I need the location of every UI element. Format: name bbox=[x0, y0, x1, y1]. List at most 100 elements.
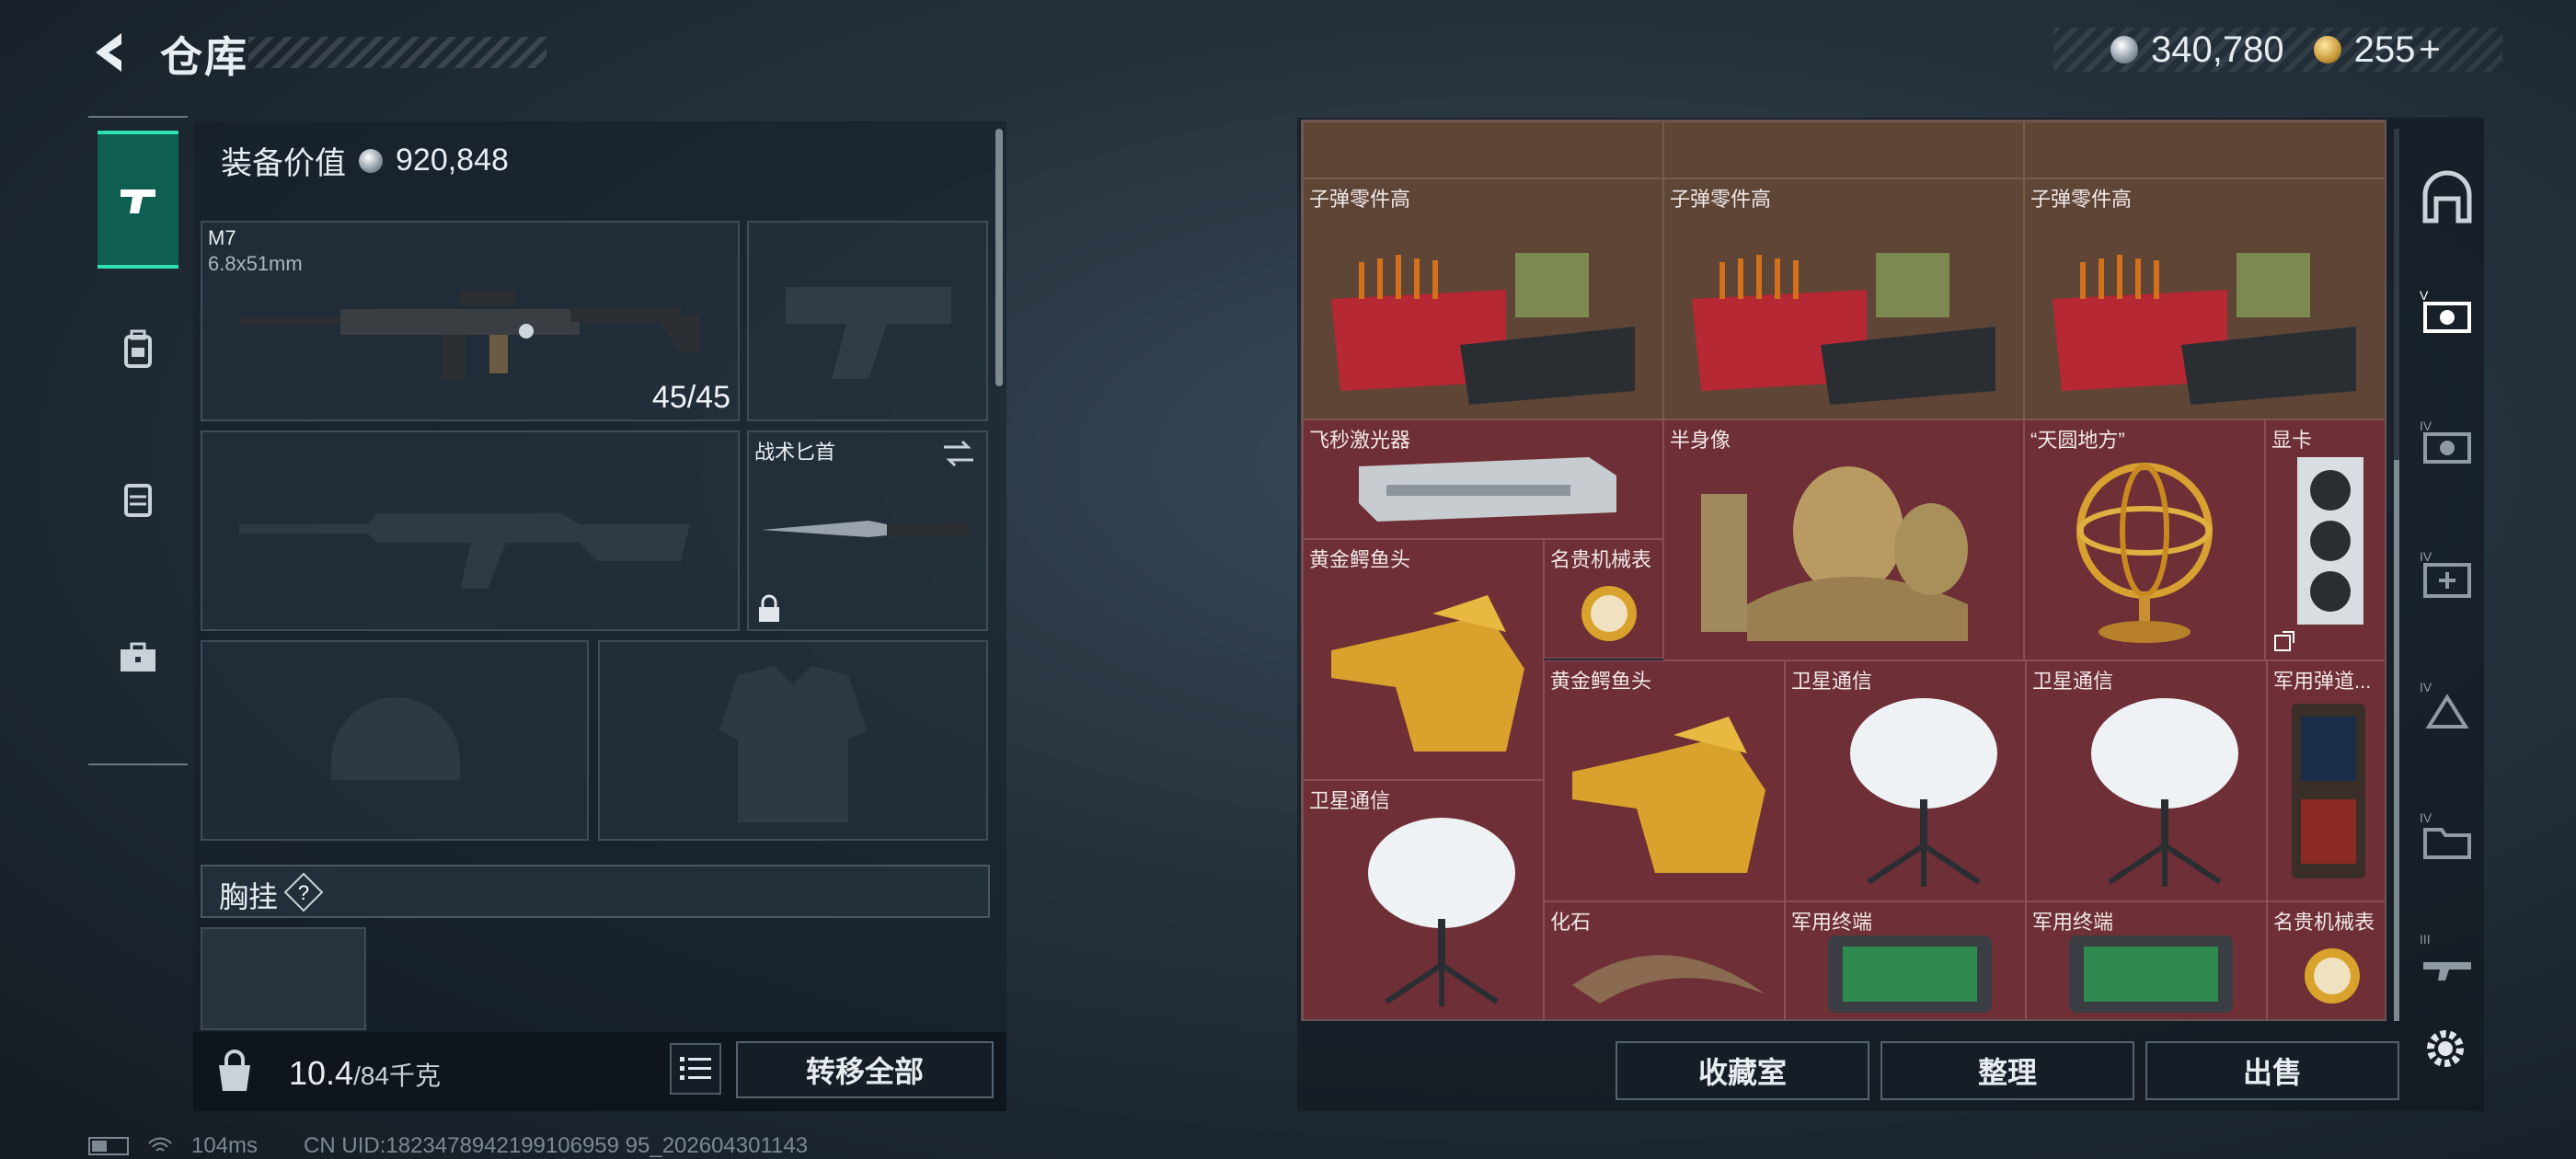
item-label: 名贵机械表 bbox=[1550, 548, 1652, 571]
item-label: 名贵机械表 bbox=[2273, 911, 2375, 934]
title-decoration bbox=[248, 37, 546, 68]
organize-button[interactable]: 整理 bbox=[1880, 1041, 2134, 1100]
item-label: 军用弹道... bbox=[2273, 670, 2372, 693]
wifi-icon bbox=[148, 1137, 172, 1152]
stash-item[interactable]: 子弹零件高 bbox=[1663, 178, 2024, 419]
pistol-placeholder-icon bbox=[786, 287, 951, 379]
helmet-slot[interactable] bbox=[201, 640, 589, 841]
back-arrow-icon[interactable] bbox=[85, 28, 134, 77]
golden-crocodile-head-image bbox=[1572, 717, 1765, 873]
stash-item[interactable]: 军用终端 bbox=[2026, 901, 2267, 1019]
sell-button[interactable]: 出售 bbox=[2145, 1041, 2399, 1100]
luxury-watch-image bbox=[2305, 948, 2360, 1004]
stash-item[interactable]: 化石 bbox=[1544, 901, 1785, 1019]
satellite-dish-image bbox=[1850, 698, 1997, 887]
stash-item[interactable]: 显卡 bbox=[2265, 419, 2385, 660]
stash-item-partial[interactable] bbox=[1663, 121, 2024, 178]
stash-scroll-thumb[interactable] bbox=[2394, 460, 2399, 1021]
equipment-category-rail bbox=[88, 116, 188, 765]
sidearm-slot[interactable] bbox=[747, 221, 988, 421]
tab-vest[interactable] bbox=[98, 430, 178, 568]
item-label: 黄金鳄鱼头 bbox=[1309, 548, 1411, 571]
home-icon bbox=[2422, 170, 2472, 224]
equipment-value: 装备价值 920,848 bbox=[221, 138, 509, 183]
laser-device-image bbox=[1359, 457, 1616, 522]
stash-item[interactable]: 卫星通信 bbox=[2026, 660, 2267, 901]
item-label: 显卡 bbox=[2271, 429, 2313, 452]
transfer-all-button[interactable]: 转移全部 bbox=[736, 1041, 994, 1098]
chest-rig-slot[interactable] bbox=[201, 927, 366, 1030]
iv-ammo-icon: IV bbox=[2420, 680, 2469, 729]
stash-item[interactable]: 飞秒激光器 bbox=[1303, 419, 1663, 539]
silver-coin-icon bbox=[2110, 36, 2138, 63]
toolbox-icon bbox=[121, 642, 155, 671]
filter-tier-v[interactable]: V bbox=[2409, 276, 2486, 353]
help-icon[interactable]: ? bbox=[283, 872, 324, 912]
stash-item[interactable]: 黄金鳄鱼头 bbox=[1303, 539, 1544, 780]
weapon-ammo: 45/45 bbox=[651, 380, 730, 415]
melee-slot[interactable]: 战术匕首 bbox=[747, 430, 988, 631]
stash-item-partial[interactable] bbox=[1303, 121, 1663, 178]
luxury-watch-image bbox=[1581, 586, 1637, 641]
stash-item[interactable]: 黄金鳄鱼头 bbox=[1544, 660, 1785, 901]
ammo-crate-image bbox=[1692, 253, 1995, 405]
bust-statue-image bbox=[1701, 466, 1968, 641]
svg-text:IV: IV bbox=[2420, 810, 2432, 825]
filter-tier-iv-d[interactable]: IV bbox=[2409, 798, 2486, 876]
armor-slot[interactable] bbox=[598, 640, 988, 841]
svg-text:IV: IV bbox=[2420, 419, 2432, 433]
collection-room-button[interactable]: 收藏室 bbox=[1616, 1041, 1869, 1100]
satellite-dish-image bbox=[2091, 698, 2238, 887]
stash-item[interactable]: 半身像 bbox=[1663, 419, 2024, 660]
filter-home[interactable] bbox=[2409, 160, 2486, 237]
settings-gear-icon[interactable] bbox=[2420, 1023, 2471, 1074]
silver-amount: 340,780 bbox=[2151, 29, 2284, 70]
iii-rifle-icon: III bbox=[2420, 932, 2471, 981]
stash-item[interactable]: 子弹零件高 bbox=[2024, 178, 2385, 419]
armor-placeholder-icon bbox=[719, 666, 867, 822]
stash-item[interactable]: 军用终端 bbox=[1785, 901, 2026, 1019]
iv-medkit-icon: IV bbox=[2420, 549, 2471, 598]
list-icon bbox=[680, 1057, 711, 1080]
stash-item[interactable]: 名贵机械表 bbox=[2267, 901, 2385, 1019]
status-bar: 104ms CN UID:1823478942199106959 95_2026… bbox=[88, 1133, 808, 1159]
stash-item-partial[interactable] bbox=[2024, 121, 2385, 178]
list-view-button[interactable] bbox=[670, 1043, 721, 1095]
secondary-weapon-slot[interactable] bbox=[201, 430, 740, 631]
filter-tier-iv-c[interactable]: IV bbox=[2409, 668, 2486, 745]
stash-item[interactable]: 子弹零件高 bbox=[1303, 178, 1663, 419]
rotate-icon bbox=[2274, 631, 2294, 651]
add-gold-button[interactable]: + bbox=[2419, 29, 2440, 71]
currency-bar: 340,780 255 + bbox=[2053, 28, 2502, 72]
gold-amount: 255 bbox=[2353, 29, 2416, 70]
stash-item[interactable]: 军用弹道... bbox=[2267, 660, 2385, 901]
military-terminal-image bbox=[1828, 935, 1992, 1013]
tab-toolbox[interactable] bbox=[98, 589, 178, 727]
filter-tier-iv-b[interactable]: IV bbox=[2409, 537, 2486, 614]
rifle-placeholder-icon bbox=[239, 513, 690, 589]
uid-readout: CN UID:1823478942199106959 95_2026043011… bbox=[304, 1133, 809, 1158]
primary-weapon-slot[interactable]: M7 6.8x51mm 45/45 bbox=[201, 221, 740, 421]
stash-item[interactable]: 卫星通信 bbox=[1303, 780, 1544, 1019]
satellite-dish-image bbox=[1368, 818, 1515, 1006]
svg-text:V: V bbox=[2420, 288, 2429, 303]
stash-item[interactable]: 卫星通信 bbox=[1785, 660, 2026, 901]
tab-backpack[interactable] bbox=[98, 280, 178, 418]
equipment-scrollbar[interactable] bbox=[995, 129, 1003, 386]
stash-item[interactable]: “天圆地方” bbox=[2024, 419, 2265, 660]
filter-tier-iv-a[interactable]: IV bbox=[2409, 407, 2486, 484]
lock-icon bbox=[759, 594, 779, 622]
tab-weapons[interactable] bbox=[98, 131, 178, 269]
ping-readout: 104ms bbox=[191, 1133, 259, 1158]
swap-icon[interactable] bbox=[940, 438, 977, 469]
melee-name: 战术匕首 bbox=[754, 441, 836, 464]
filter-tier-iii[interactable]: III bbox=[2409, 920, 2486, 997]
weight-capacity: /84千克 bbox=[353, 1061, 442, 1090]
iv-folder-icon: IV bbox=[2420, 810, 2471, 859]
stash-filter-rail: V IV IV IV IV III bbox=[2409, 156, 2486, 1003]
graphics-card-image bbox=[2297, 457, 2363, 625]
stash-item[interactable]: 名贵机械表 bbox=[1544, 539, 1663, 659]
stash-grid[interactable]: 子弹零件高 子弹零件高 子弹零件高 飞秒激光器 半身像 “天圆地方” 显卡 黄金… bbox=[1301, 120, 2386, 1021]
svg-text:IV: IV bbox=[2420, 549, 2432, 564]
fossil-claw-image bbox=[1572, 955, 1765, 1004]
